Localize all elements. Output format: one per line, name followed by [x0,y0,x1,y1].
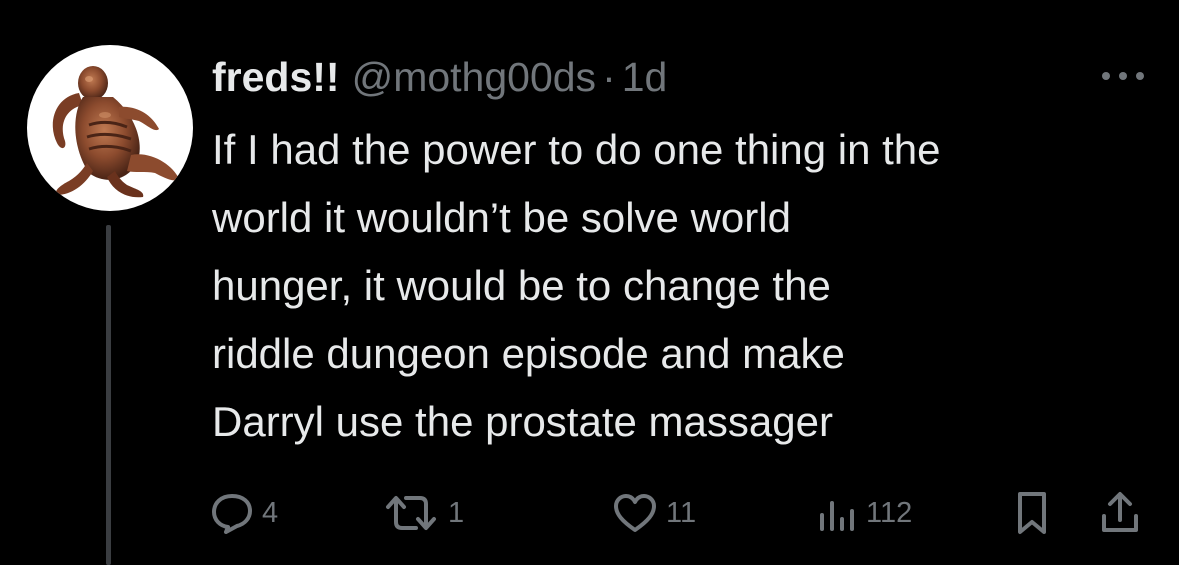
heart-icon [614,494,656,532]
reply-button[interactable]: 4 [210,488,278,538]
tweet-text: If I had the power to do one thing in th… [212,126,941,445]
retweet-button[interactable]: 1 [382,488,464,538]
action-bar: 4 1 11 112 [0,478,1179,548]
reply-icon [212,494,252,534]
views-button[interactable]: 112 [814,488,912,538]
figurine-avatar-icon [52,66,179,198]
like-button[interactable]: 11 [612,488,696,538]
reply-count: 4 [262,496,279,529]
more-dots-icon [1102,72,1144,80]
analytics-bars-icon [820,501,854,531]
share-button[interactable] [1098,488,1142,538]
like-count: 11 [666,496,697,529]
bookmark-icon [1018,492,1046,534]
tweet-card[interactable]: freds!! @mothg00ds · 1d If I had the pow… [0,0,1179,565]
views-count: 112 [866,496,913,529]
retweet-count: 1 [448,496,465,529]
user-handle[interactable]: @mothg00ds [352,52,596,102]
more-options-button[interactable] [1098,64,1148,88]
retweet-icon [386,496,436,530]
tweet-header: freds!! @mothg00ds · 1d [212,52,667,102]
separator-dot: · [602,54,616,100]
timestamp[interactable]: 1d [622,52,668,102]
display-name[interactable]: freds!! [212,52,340,102]
avatar[interactable] [27,45,193,211]
share-icon [1102,492,1138,532]
bookmark-button[interactable] [1012,488,1052,538]
